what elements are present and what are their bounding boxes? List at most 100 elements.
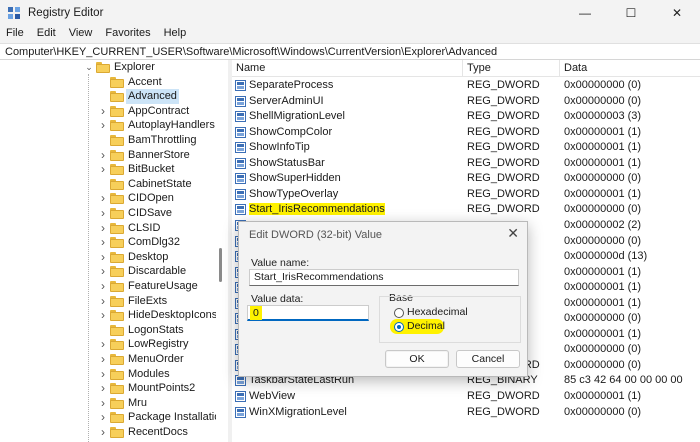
tree-item-label: ComDlg32 <box>128 236 180 249</box>
dialog-close-icon[interactable]: ✕ <box>507 225 519 242</box>
hexadecimal-radio[interactable] <box>394 308 404 318</box>
chevron-right-icon[interactable]: › <box>98 280 108 292</box>
chevron-down-icon[interactable]: ⌄ <box>84 61 94 73</box>
tree-item[interactable]: › Mru <box>0 396 215 411</box>
chevron-right-icon[interactable]: › <box>98 265 108 277</box>
value-name: ShellMigrationLevel <box>249 110 345 123</box>
chevron-right-icon[interactable]: › <box>98 353 108 365</box>
address-bar[interactable]: Computer\HKEY_CURRENT_USER\Software\Micr… <box>0 43 700 60</box>
menu-view[interactable]: View <box>69 26 93 42</box>
chevron-right-icon[interactable]: › <box>98 163 108 175</box>
tree-item[interactable]: › MenuOrder <box>0 352 215 367</box>
value-row[interactable]: ShowStatusBar REG_DWORD 0x00000001 (1) <box>232 156 700 172</box>
minimize-icon[interactable]: — <box>562 0 608 26</box>
tree-item[interactable]: › CIDOpen <box>0 191 215 206</box>
ok-button[interactable]: OK <box>385 350 449 368</box>
tree-item-label: Accent <box>128 75 162 88</box>
column-separator[interactable] <box>559 60 560 77</box>
tree-item[interactable]: › AppContract <box>0 104 215 119</box>
tree-item[interactable]: › AutoplayHandlers <box>0 118 215 133</box>
tree-item[interactable]: ⌄ Explorer <box>0 60 215 75</box>
chevron-right-icon[interactable]: › <box>98 251 108 263</box>
tree-scroll-thumb[interactable] <box>219 248 222 282</box>
cancel-button[interactable]: Cancel <box>456 350 520 368</box>
tree-item[interactable]: › BitBucket <box>0 162 215 177</box>
maximize-icon[interactable]: ☐ <box>608 0 654 26</box>
tree-item-label: LogonStats <box>128 323 184 336</box>
value-name-field[interactable]: Start_IrisRecommendations <box>249 269 519 286</box>
chevron-right-icon[interactable]: › <box>98 338 108 350</box>
value-row[interactable]: ShellMigrationLevel REG_DWORD 0x00000003 (… <box>232 109 700 125</box>
chevron-right-icon[interactable]: › <box>98 236 108 248</box>
chevron-right-icon[interactable]: › <box>98 149 108 161</box>
tree-item[interactable]: › Package Installation <box>0 410 226 425</box>
tree-item[interactable]: CabinetState <box>0 177 215 192</box>
folder-icon <box>110 339 124 351</box>
dword-value-icon <box>235 142 246 154</box>
decimal-label[interactable]: Decimal <box>407 320 445 332</box>
chevron-right-icon[interactable]: › <box>98 192 108 204</box>
value-row[interactable]: ShowSuperHidden REG_DWORD 0x00000000 (0) <box>232 171 700 187</box>
chevron-right-icon[interactable]: › <box>98 222 108 234</box>
tree-item[interactable]: › RecentDocs <box>0 425 215 440</box>
column-header: Name Type Data <box>232 60 700 77</box>
chevron-right-icon[interactable]: › <box>98 119 108 131</box>
tree-item[interactable]: › Discardable <box>0 264 215 279</box>
value-row[interactable]: ShowCompColor REG_DWORD 0x00000001 (1) <box>232 125 700 141</box>
tree-item[interactable]: LogonStats <box>0 323 215 338</box>
value-row[interactable]: WebView REG_DWORD 0x00000001 (1) <box>232 389 700 405</box>
dword-value-icon <box>235 391 246 402</box>
menu-file[interactable]: File <box>6 26 24 42</box>
tree-item[interactable]: › Desktop <box>0 250 215 265</box>
chevron-right-icon[interactable]: › <box>98 382 108 394</box>
value-data-field[interactable]: 0 <box>247 305 369 321</box>
value-row[interactable]: ShowInfoTip REG_DWORD 0x00000001 (1) <box>232 140 700 156</box>
tree-item-label: BitBucket <box>128 163 175 176</box>
value-data: 0x00000001 (1) <box>564 327 642 340</box>
decimal-radio[interactable] <box>394 322 404 332</box>
chevron-right-icon[interactable]: › <box>98 309 108 321</box>
value-row[interactable]: ShowTypeOverlay REG_DWORD 0x00000001 (1) <box>232 187 700 203</box>
tree-item[interactable]: › HideDesktopIcons <box>0 308 217 323</box>
value-row[interactable]: Start_IrisRecommendations REG_DWORD 0x0000… <box>232 202 700 218</box>
menu-edit[interactable]: Edit <box>37 26 56 42</box>
value-type: REG_DWORD <box>467 110 540 123</box>
value-name: ShowInfoTip <box>249 141 310 154</box>
tree-item[interactable]: › CIDSave <box>0 206 215 221</box>
value-row[interactable]: SeparateProcess REG_DWORD 0x00000000 (0) <box>232 78 700 94</box>
tree-item[interactable]: Advanced <box>0 89 215 105</box>
tree-item[interactable]: › BannerStore <box>0 148 215 163</box>
chevron-right-icon[interactable]: › <box>98 368 108 380</box>
tree-item[interactable]: › FileExts <box>0 294 215 309</box>
tree-item[interactable]: › MountPoints2 <box>0 381 215 396</box>
menu-help[interactable]: Help <box>164 26 187 42</box>
tree-scrollbar[interactable] <box>216 60 228 442</box>
tree-item[interactable]: Accent <box>0 75 215 90</box>
column-separator[interactable] <box>462 60 463 77</box>
column-data[interactable]: Data <box>564 62 587 74</box>
hexadecimal-label[interactable]: Hexadecimal <box>407 306 468 318</box>
tree-item[interactable]: › LowRegistry <box>0 337 215 352</box>
chevron-right-icon[interactable]: › <box>98 426 108 438</box>
menu-favorites[interactable]: Favorites <box>105 26 150 42</box>
edit-dword-dialog: Edit DWORD (32-bit) Value ✕ Value name: … <box>238 221 528 377</box>
tree-item[interactable]: › FeatureUsage <box>0 279 215 294</box>
column-type[interactable]: Type <box>467 62 491 74</box>
chevron-right-icon[interactable]: › <box>98 397 108 409</box>
tree-item[interactable]: › ComDlg32 <box>0 235 215 250</box>
tree-item-label: FeatureUsage <box>128 280 198 292</box>
tree-item[interactable]: BamThrottling <box>0 133 215 148</box>
close-icon[interactable]: ✕ <box>654 0 700 26</box>
tree-item[interactable]: › Modules <box>0 367 215 382</box>
column-name[interactable]: Name <box>236 62 265 74</box>
value-row[interactable]: WinXMigrationLevel REG_DWORD 0x00000000 (0… <box>232 405 700 421</box>
value-name: WinXMigrationLevel <box>249 405 347 418</box>
tree-item[interactable]: › CLSID <box>0 221 215 236</box>
folder-icon <box>110 222 124 234</box>
chevron-right-icon[interactable]: › <box>98 411 108 423</box>
value-row[interactable]: ServerAdminUI REG_DWORD 0x00000000 (0) <box>232 94 700 110</box>
chevron-right-icon[interactable]: › <box>98 105 108 117</box>
chevron-right-icon[interactable]: › <box>98 295 108 307</box>
chevron-right-icon[interactable]: › <box>98 207 108 219</box>
